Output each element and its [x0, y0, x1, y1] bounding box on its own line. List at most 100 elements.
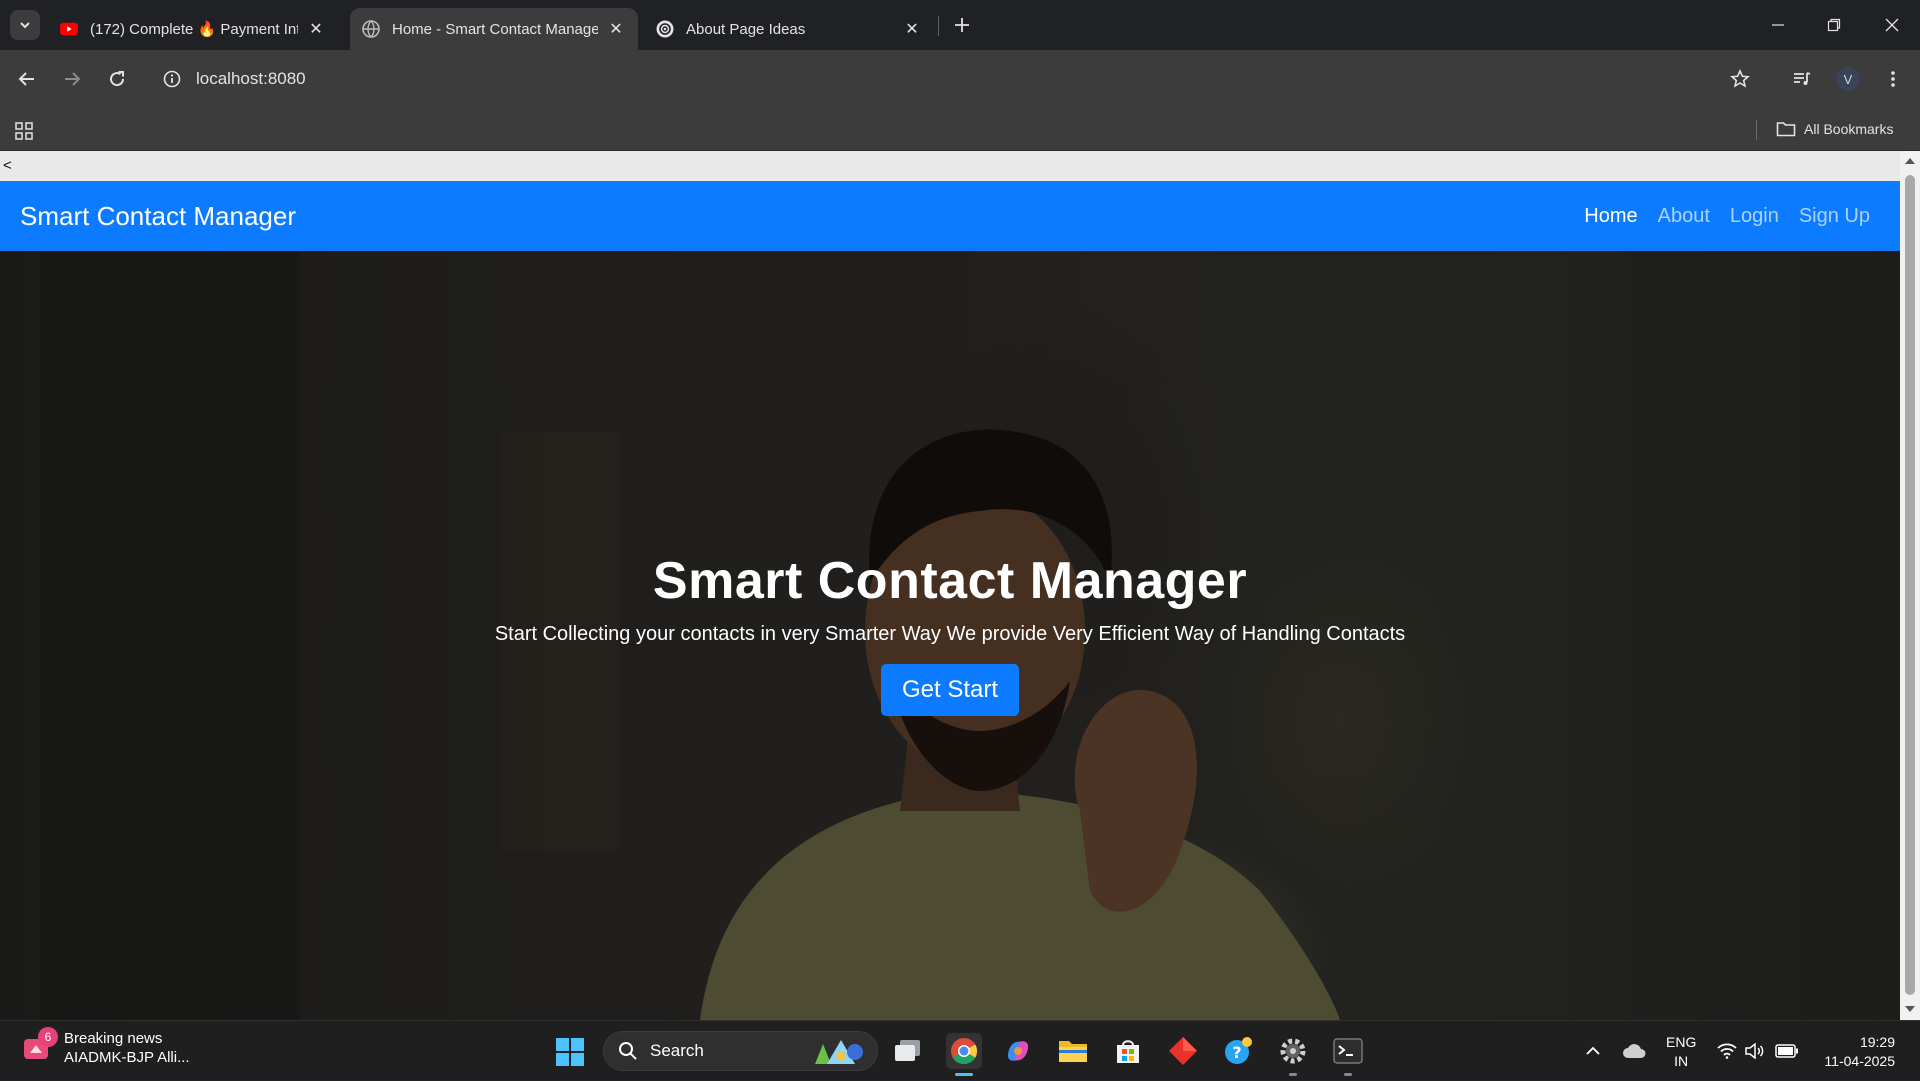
close-icon[interactable]: ✕	[306, 19, 326, 39]
reload-button[interactable]	[102, 64, 132, 94]
page-viewport: < Smart Contact Manager Home About Login…	[0, 151, 1920, 1020]
language-region: IN	[1674, 1053, 1689, 1069]
restore-button[interactable]	[1806, 0, 1862, 50]
minimize-button[interactable]	[1750, 0, 1806, 50]
diamond-app-icon	[1169, 1037, 1197, 1065]
chevron-up-icon	[1586, 1046, 1600, 1055]
apps-button[interactable]	[12, 119, 36, 143]
taskbar-search[interactable]: Search	[603, 1031, 878, 1071]
back-link-bar: <	[0, 151, 1900, 181]
nav-link-signup[interactable]: Sign Up	[1799, 205, 1870, 228]
tray-overflow-button[interactable]	[1582, 1021, 1604, 1081]
news-headline: AIADMK-BJP Alli...	[64, 1049, 190, 1066]
chevron-down-icon	[20, 22, 30, 29]
all-bookmarks-label: All Bookmarks	[1804, 121, 1894, 137]
back-link[interactable]: <	[3, 157, 12, 174]
news-icon: 6	[22, 1027, 58, 1063]
browser-toolbar: localhost:8080 V	[0, 50, 1920, 108]
search-label: Search	[650, 1041, 704, 1060]
taskbar-get-help[interactable]: ?	[1220, 1033, 1256, 1069]
tray-wifi[interactable]	[1716, 1021, 1738, 1081]
close-icon[interactable]: ✕	[902, 19, 922, 39]
playlist-icon	[1794, 72, 1811, 85]
media-controls-button[interactable]	[1787, 64, 1817, 94]
get-start-button[interactable]: Get Start	[880, 664, 1020, 716]
url-text: localhost:8080	[196, 69, 306, 88]
tab-youtube[interactable]: (172) Complete 🔥 Payment Int ✕	[48, 8, 338, 50]
bookmarks-separator	[1756, 120, 1757, 140]
scrollbar-thumb[interactable]	[1905, 175, 1915, 995]
scroll-down-icon[interactable]	[1904, 1003, 1916, 1015]
terminal-icon	[1333, 1038, 1363, 1064]
taskbar-chrome[interactable]	[946, 1033, 982, 1069]
close-icon[interactable]: ✕	[606, 19, 626, 39]
nav-links: Home About Login Sign Up	[1584, 181, 1870, 251]
bookmark-star-button[interactable]	[1725, 64, 1755, 94]
menu-button[interactable]	[1878, 64, 1908, 94]
restore-icon	[1827, 18, 1841, 32]
chrome-icon	[951, 1038, 978, 1065]
profile-button[interactable]: V	[1833, 64, 1863, 94]
close-icon	[1885, 18, 1899, 32]
close-window-button[interactable]	[1864, 0, 1920, 50]
folder-icon	[1059, 1041, 1087, 1062]
star-icon	[1730, 69, 1750, 88]
hero-banner: Smart Contact Manager Start Collecting y…	[0, 251, 1900, 1020]
speaker-icon	[1745, 1043, 1764, 1059]
nav-link-about[interactable]: About	[1658, 205, 1710, 228]
tab-separator	[938, 16, 939, 36]
all-bookmarks-button[interactable]: All Bookmarks	[1776, 116, 1893, 142]
tab-about-ideas[interactable]: About Page Ideas ✕	[644, 8, 934, 50]
reload-icon	[110, 71, 125, 87]
start-button[interactable]	[555, 1037, 585, 1067]
help-icon: ?	[1225, 1037, 1252, 1064]
forward-button[interactable]	[57, 64, 87, 94]
tray-volume[interactable]	[1744, 1021, 1766, 1081]
running-indicator	[1289, 1073, 1297, 1076]
taskbar-store[interactable]	[1110, 1033, 1146, 1069]
hero-content: Smart Contact Manager Start Collecting y…	[0, 551, 1900, 716]
taskbar-copilot[interactable]	[1000, 1033, 1036, 1069]
news-title: Breaking news	[64, 1030, 163, 1047]
back-button[interactable]	[12, 64, 42, 94]
running-indicator	[1344, 1073, 1352, 1076]
bookmarks-bar: All Bookmarks	[0, 108, 1920, 151]
windows-taskbar: 6 Breaking news AIADMK-BJP Alli... Searc…	[0, 1020, 1920, 1080]
navbar-brand[interactable]: Smart Contact Manager	[20, 201, 296, 232]
taskbar-terminal[interactable]	[1330, 1033, 1366, 1069]
nav-link-login[interactable]: Login	[1730, 205, 1779, 228]
nav-link-home[interactable]: Home	[1584, 205, 1637, 228]
tab-search-button[interactable]	[10, 10, 40, 40]
youtube-icon	[60, 20, 78, 38]
address-bar[interactable]: localhost:8080	[150, 59, 1730, 99]
search-icon	[619, 1042, 637, 1060]
vertical-scrollbar[interactable]	[1900, 151, 1920, 1020]
taskbar-settings[interactable]	[1275, 1033, 1311, 1069]
clock-time: 19:29	[1859, 1034, 1895, 1050]
language-indicator[interactable]: ENG IN	[1666, 1033, 1696, 1071]
tab-strip: (172) Complete 🔥 Payment Int ✕ Home - Sm…	[0, 0, 1920, 50]
battery-icon	[1775, 1044, 1798, 1058]
tray-onedrive[interactable]	[1620, 1021, 1648, 1081]
hero-title: Smart Contact Manager	[652, 552, 1248, 610]
tray-battery[interactable]	[1774, 1021, 1800, 1081]
taskbar-app-red[interactable]	[1165, 1033, 1201, 1069]
globe-icon	[362, 20, 380, 38]
copilot-icon	[1008, 1041, 1028, 1061]
new-tab-button[interactable]	[947, 10, 977, 40]
taskbar-file-explorer[interactable]	[1055, 1033, 1091, 1069]
avatar: V	[1836, 67, 1860, 91]
site-info-icon[interactable]	[162, 69, 182, 89]
store-icon	[1117, 1040, 1139, 1063]
minimize-icon	[1772, 24, 1784, 26]
svg-text:?: ?	[1232, 1043, 1241, 1062]
wifi-icon	[1717, 1043, 1737, 1059]
tab-title: (172) Complete 🔥 Payment Int	[90, 21, 298, 38]
tab-home[interactable]: Home - Smart Contact Manage ✕	[350, 8, 638, 50]
system-clock[interactable]: 19:29 11-04-2025	[1810, 1033, 1895, 1071]
folder-icon	[1776, 122, 1796, 137]
taskbar-task-view[interactable]	[890, 1033, 926, 1069]
plus-icon	[955, 18, 969, 32]
news-widget[interactable]: 6 Breaking news AIADMK-BJP Alli...	[22, 1027, 190, 1067]
scroll-up-icon[interactable]	[1904, 155, 1916, 167]
